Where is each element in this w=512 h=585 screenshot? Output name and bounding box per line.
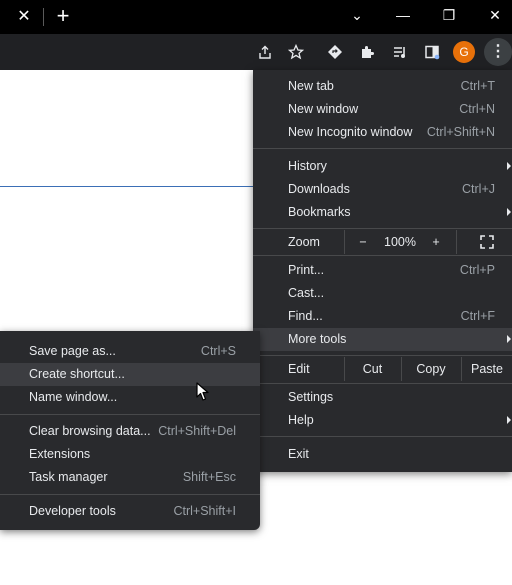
media-control-icon[interactable] (387, 39, 413, 65)
menu-separator (253, 255, 512, 256)
menu-separator (253, 148, 512, 149)
zoom-row: Zoom − 100% + (253, 230, 512, 254)
submenu-item-create-shortcut[interactable]: Create shortcut... (0, 363, 260, 386)
menu-item-shortcut: Ctrl+N (459, 102, 495, 116)
submenu-arrow-icon (507, 335, 511, 343)
tab-divider (43, 8, 44, 26)
submenu-separator (0, 494, 260, 495)
share-icon[interactable] (252, 39, 278, 65)
edit-label: Edit (288, 362, 310, 376)
more-tools-submenu: Save page as... Ctrl+S Create shortcut..… (0, 331, 260, 530)
mouse-cursor-icon (196, 382, 209, 401)
submenu-item-shortcut: Shift+Esc (182, 470, 236, 484)
zoom-in-button[interactable]: + (423, 230, 449, 254)
tab-strip: ✕ + ⌄ — ❐ ✕ (0, 0, 512, 34)
new-tab-button[interactable]: + (50, 4, 76, 30)
menu-item-shortcut: Ctrl+Shift+N (426, 125, 495, 139)
menu-item-label: History (288, 159, 327, 173)
menu-item-shortcut: Ctrl+F (460, 309, 495, 323)
submenu-item-developer-tools[interactable]: Developer tools Ctrl+Shift+I (0, 500, 260, 523)
menu-item-downloads[interactable]: Downloads Ctrl+J (253, 178, 512, 201)
submenu-item-shortcut: Ctrl+Shift+I (173, 504, 236, 518)
zoom-label: Zoom (288, 235, 320, 249)
menu-item-label: Print... (288, 263, 325, 277)
submenu-arrow-icon (507, 162, 511, 170)
submenu-item-task-manager[interactable]: Task manager Shift+Esc (0, 466, 260, 489)
menu-item-label: New Incognito window (288, 125, 413, 139)
menu-item-label: Help (288, 413, 314, 427)
menu-separator (253, 383, 512, 384)
menu-separator (253, 228, 512, 229)
menu-item-label: New tab (288, 79, 334, 93)
restore-button[interactable]: ❐ (434, 3, 464, 27)
submenu-item-clear-browsing-data[interactable]: Clear browsing data... Ctrl+Shift+Del (0, 420, 260, 443)
close-tab-icon[interactable]: ✕ (10, 5, 38, 29)
zoom-out-button[interactable]: − (349, 230, 377, 254)
copy-button[interactable]: Copy (402, 357, 460, 381)
submenu-item-label: Create shortcut... (29, 367, 125, 381)
chrome-main-menu: New tab Ctrl+T New window Ctrl+N New Inc… (253, 70, 512, 472)
menu-item-label: More tools (288, 332, 347, 346)
menu-item-help[interactable]: Help (253, 409, 512, 432)
menu-item-cast[interactable]: Cast... (253, 282, 512, 305)
profile-avatar[interactable]: G (453, 41, 475, 63)
submenu-item-name-window[interactable]: Name window... (0, 386, 260, 409)
page-divider-line (0, 186, 256, 187)
menu-item-new-window[interactable]: New window Ctrl+N (253, 98, 512, 121)
submenu-arrow-icon (507, 416, 511, 424)
submenu-item-label: Clear browsing data... (29, 424, 151, 438)
menu-item-shortcut: Ctrl+P (459, 263, 495, 277)
menu-item-find[interactable]: Find... Ctrl+F (253, 305, 512, 328)
menu-item-bookmarks[interactable]: Bookmarks (253, 201, 512, 224)
menu-item-more-tools[interactable]: More tools (253, 328, 512, 351)
menu-separator (253, 355, 512, 356)
zoom-level-value: 100% (384, 235, 416, 249)
menu-item-new-tab[interactable]: New tab Ctrl+T (253, 75, 512, 98)
menu-item-label: Cast... (288, 286, 325, 300)
fullscreen-icon[interactable] (475, 230, 499, 254)
star-icon[interactable] (283, 39, 309, 65)
submenu-item-label: Developer tools (29, 504, 116, 518)
menu-item-shortcut: Ctrl+T (460, 79, 495, 93)
menu-item-settings[interactable]: Settings (253, 386, 512, 409)
menu-item-label: Exit (288, 447, 309, 461)
menu-item-new-incognito-window[interactable]: New Incognito window Ctrl+Shift+N (253, 121, 512, 144)
submenu-item-label: Name window... (29, 390, 118, 404)
submenu-item-save-page-as[interactable]: Save page as... Ctrl+S (0, 340, 260, 363)
menu-item-print[interactable]: Print... Ctrl+P (253, 259, 512, 282)
edit-row: Edit Cut Copy Paste (253, 357, 512, 381)
zoom-divider (344, 230, 345, 254)
minimize-button[interactable]: — (388, 3, 418, 27)
menu-item-history[interactable]: History (253, 155, 512, 178)
menu-separator (253, 436, 512, 437)
submenu-item-shortcut: Ctrl+S (200, 344, 236, 358)
tab-search-icon[interactable]: ⌄ (342, 3, 372, 27)
submenu-item-extensions[interactable]: Extensions (0, 443, 260, 466)
cut-button[interactable]: Cut (345, 357, 400, 381)
menu-item-exit[interactable]: Exit (253, 443, 512, 466)
menu-item-label: Settings (288, 390, 334, 404)
menu-item-label: Find... (288, 309, 323, 323)
menu-item-label: Downloads (288, 182, 350, 196)
menu-icon[interactable]: ⋮ (484, 38, 512, 66)
menu-item-label: New window (288, 102, 359, 116)
close-window-button[interactable]: ✕ (480, 3, 510, 27)
submenu-item-label: Task manager (29, 470, 108, 484)
submenu-separator (0, 414, 260, 415)
sidepanel-icon[interactable] (419, 39, 445, 65)
menu-item-label: Bookmarks (288, 205, 351, 219)
puzzle-icon[interactable] (355, 39, 381, 65)
submenu-item-label: Extensions (29, 447, 91, 461)
submenu-item-label: Save page as... (29, 344, 116, 358)
zoom-divider (456, 230, 457, 254)
submenu-arrow-icon (507, 208, 511, 216)
browser-toolbar (0, 34, 512, 70)
extension-direction-icon[interactable] (322, 39, 348, 65)
submenu-item-shortcut: Ctrl+Shift+Del (158, 424, 236, 438)
menu-item-shortcut: Ctrl+J (462, 182, 495, 196)
paste-button[interactable]: Paste (462, 357, 512, 381)
